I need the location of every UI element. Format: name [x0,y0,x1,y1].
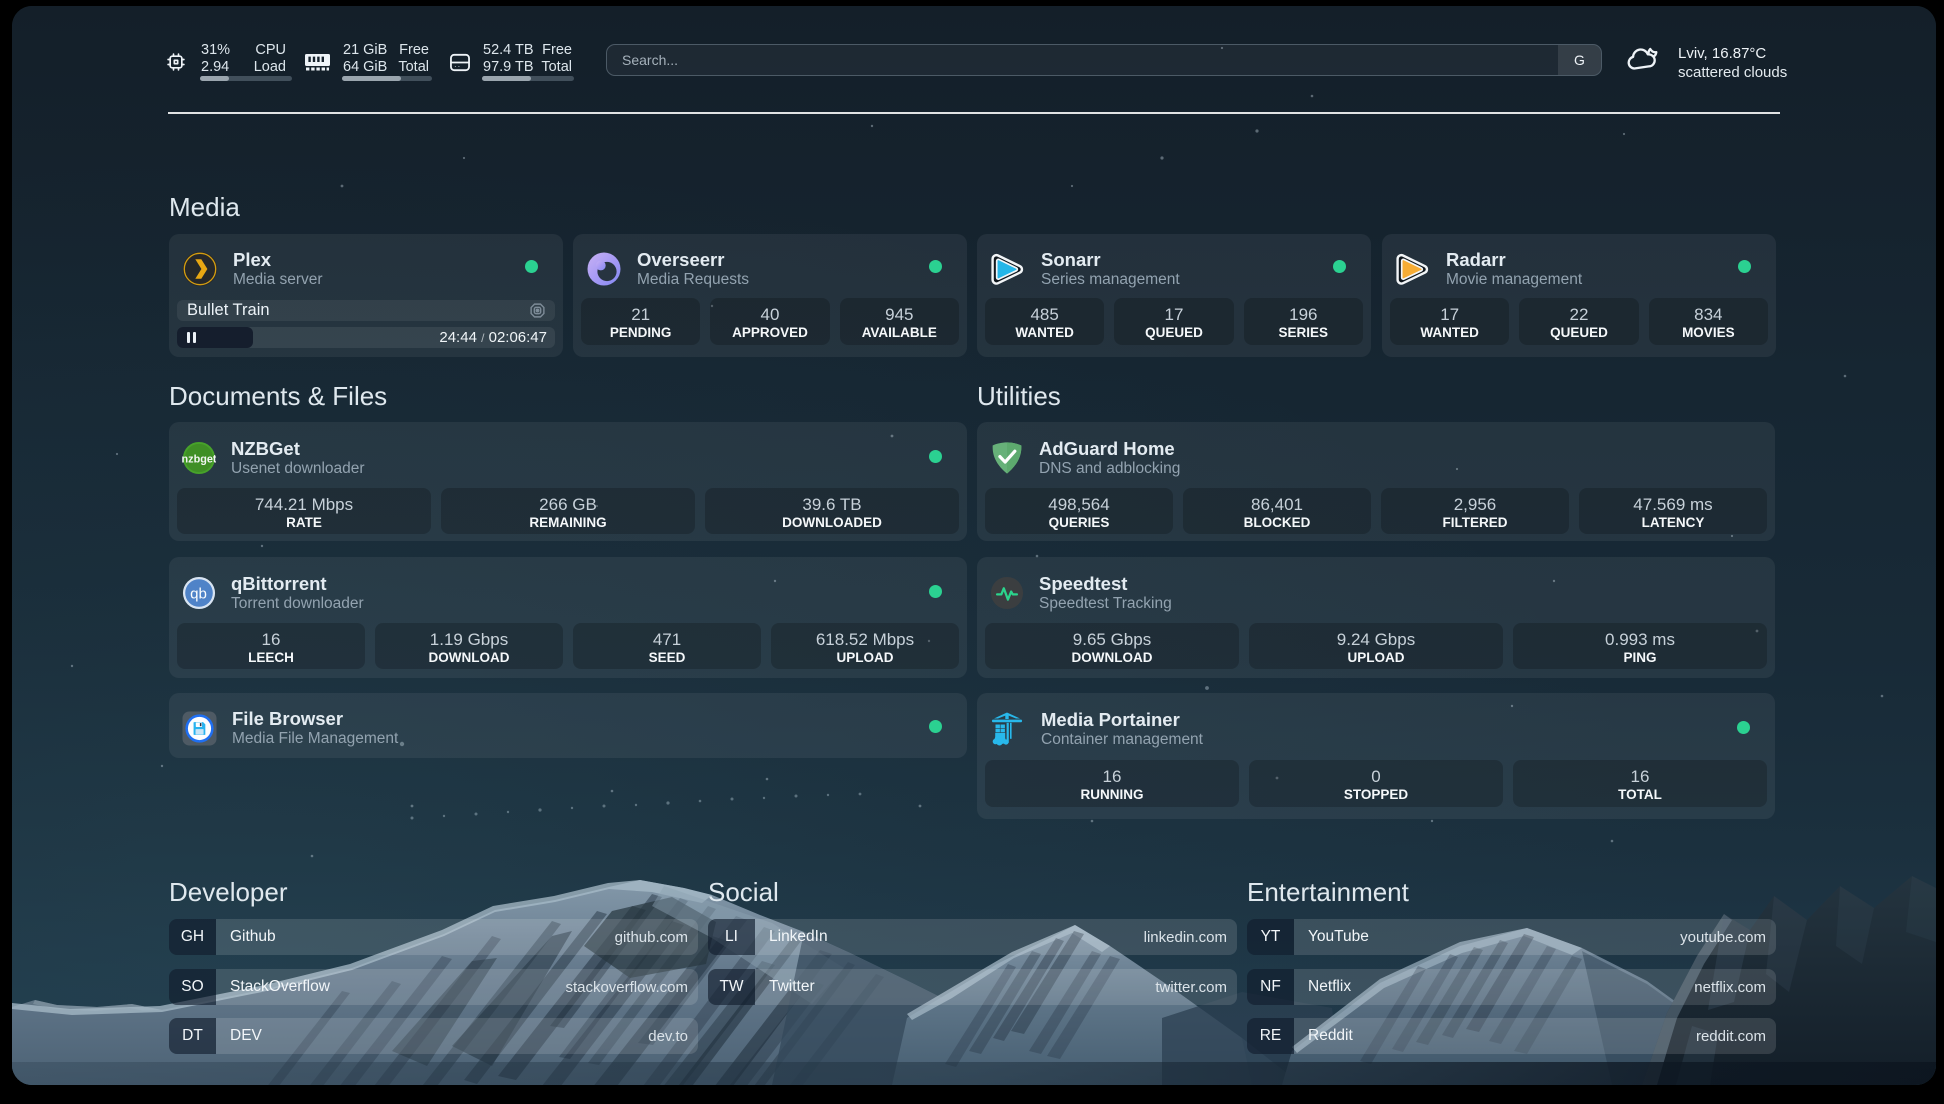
svg-text:nzbget: nzbget [182,453,216,465]
svg-text:qb: qb [190,586,207,603]
